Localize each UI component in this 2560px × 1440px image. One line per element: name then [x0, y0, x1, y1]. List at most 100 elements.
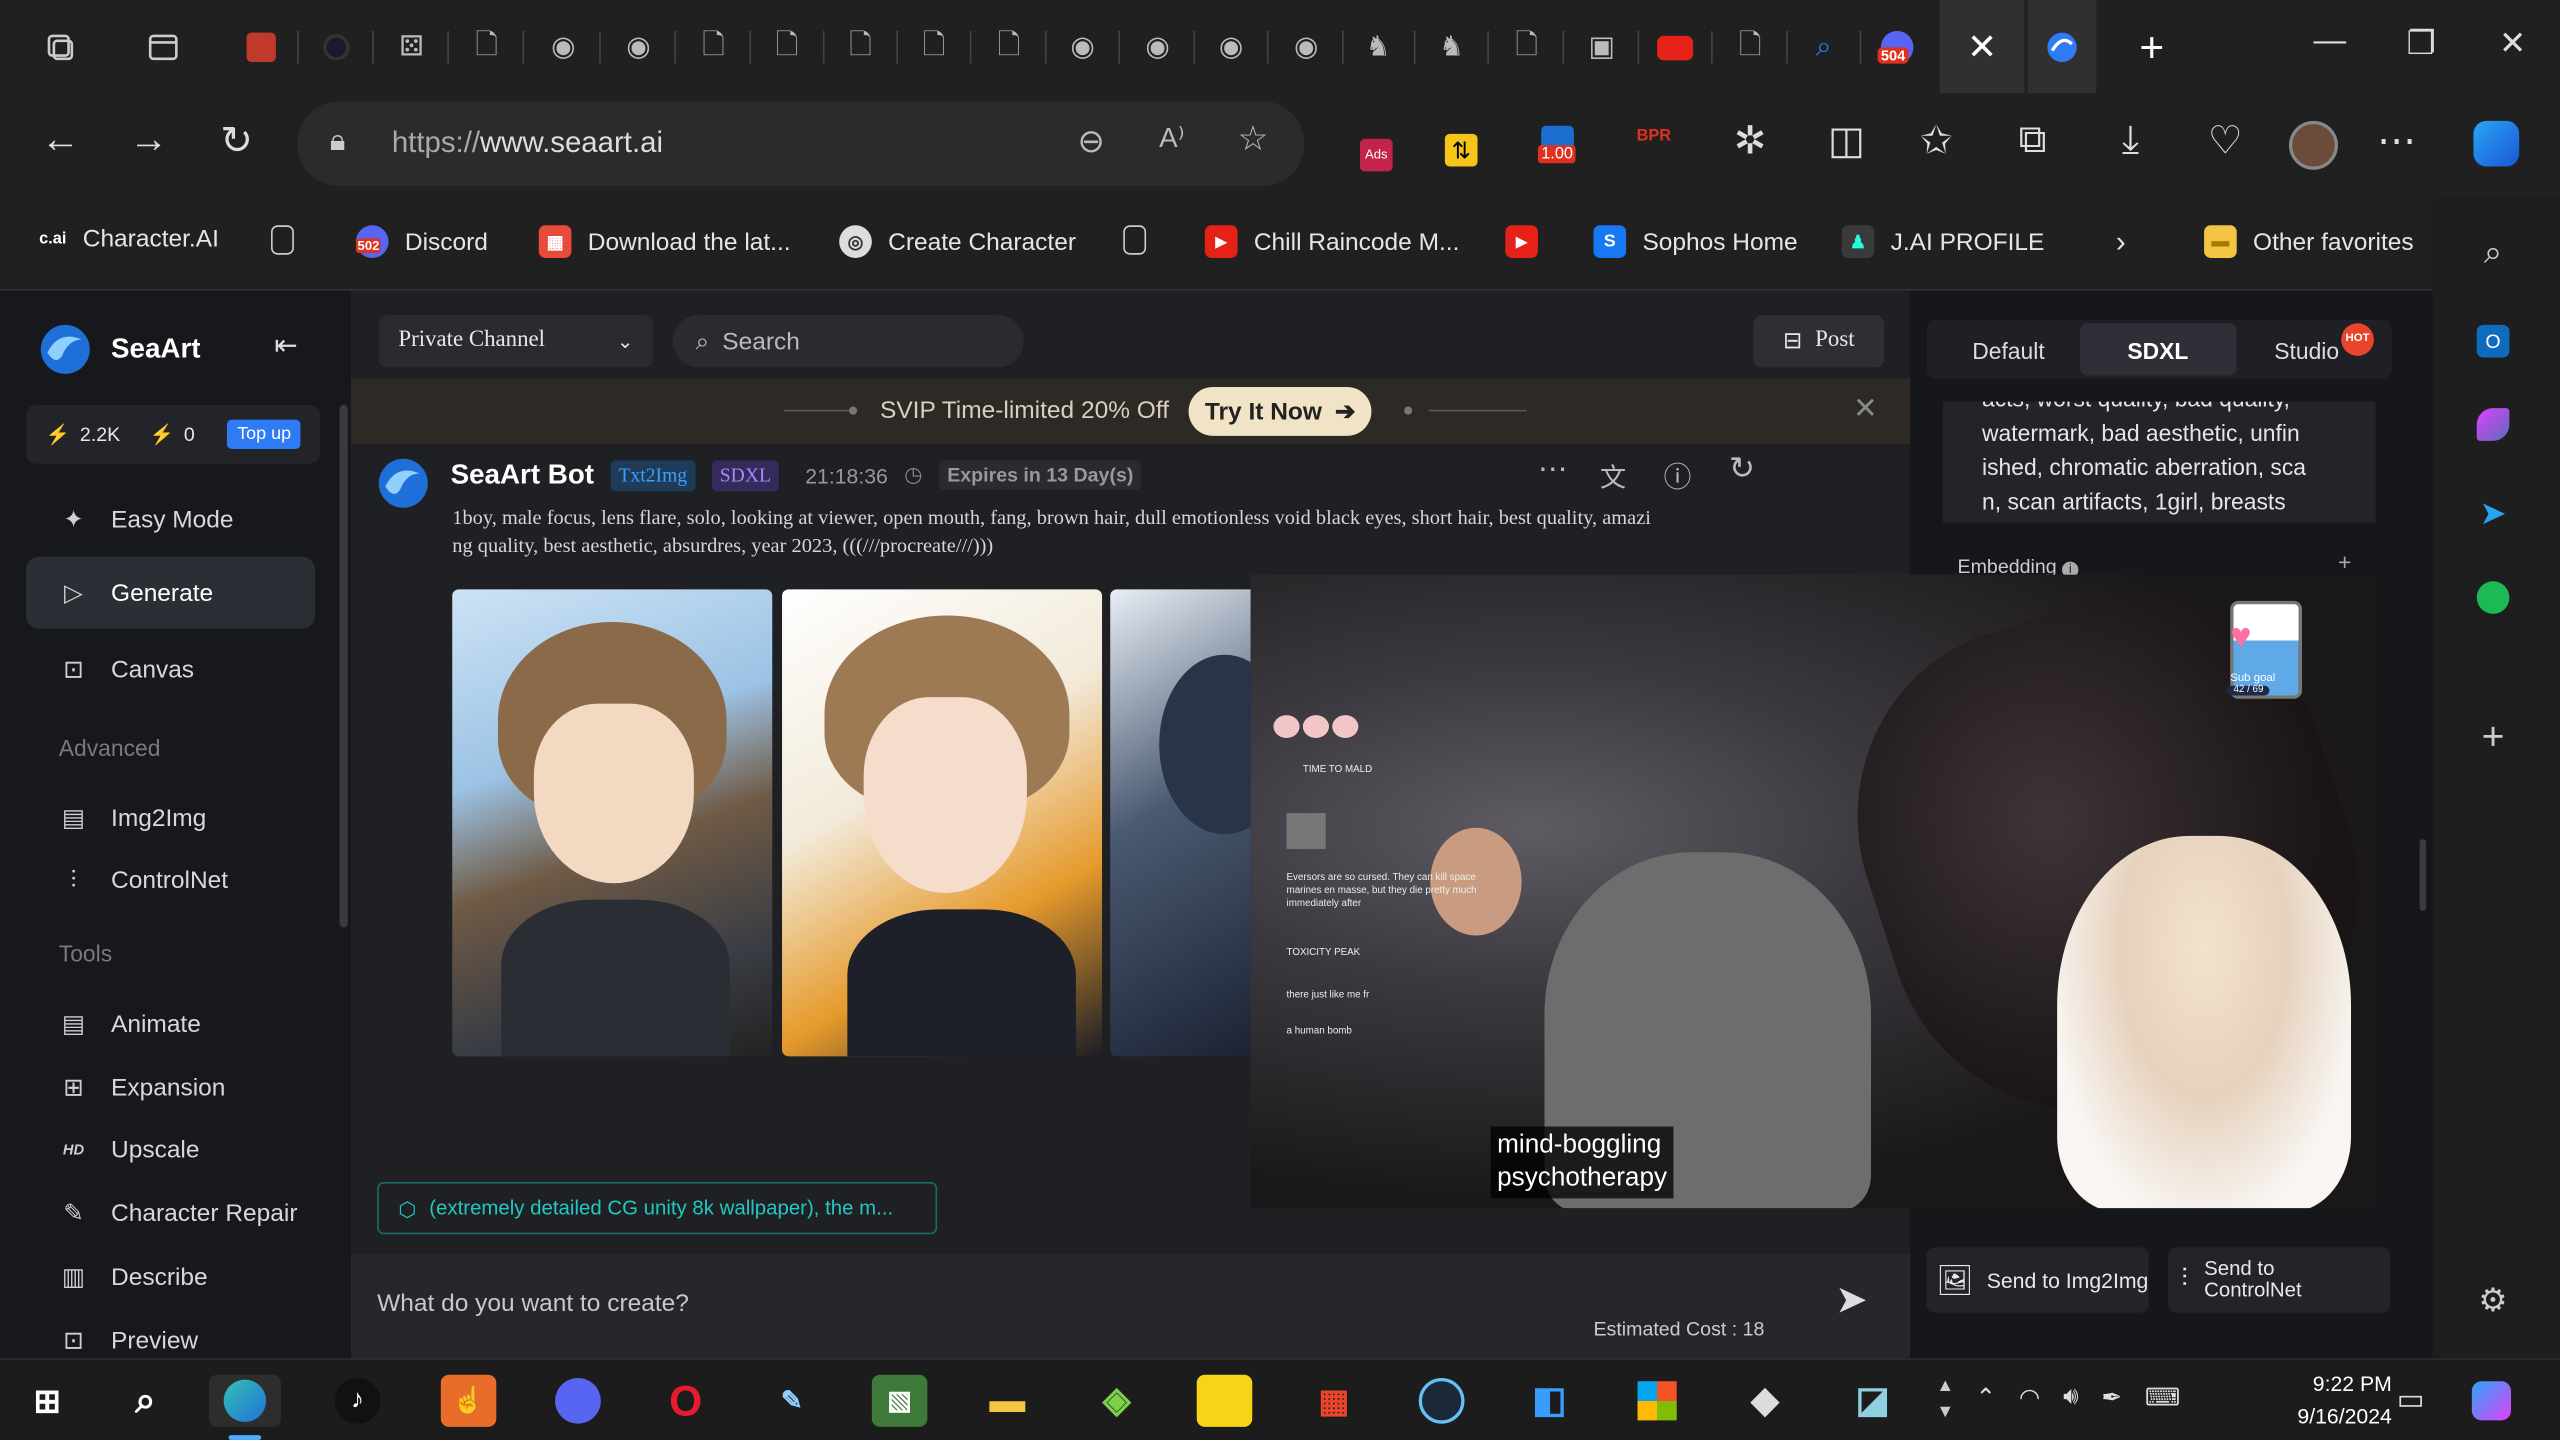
- read-aloud-icon[interactable]: A⁾: [1159, 122, 1184, 155]
- nav-generate[interactable]: ▷ Generate: [26, 556, 316, 629]
- search-icon[interactable]: ⌕: [2469, 235, 2518, 284]
- taskbar-file-explorer[interactable]: ▬: [980, 1375, 1036, 1427]
- more-bookmarks-icon[interactable]: ›: [2116, 225, 2126, 259]
- negative-prompt-box[interactable]: acts, worst quality, bad quality, waterm…: [1942, 401, 2376, 523]
- tab-studio[interactable]: Studio: [2274, 338, 2339, 364]
- notifications-icon[interactable]: ▭: [2397, 1383, 2425, 1417]
- taskbar-app-orange[interactable]: ☝: [440, 1374, 497, 1427]
- bookmark-page[interactable]: [271, 225, 294, 255]
- favorite-star-icon[interactable]: ☆: [1238, 119, 1269, 160]
- zoom-icon[interactable]: ⊖: [1078, 121, 1105, 162]
- bookmark-page-2[interactable]: [1123, 225, 1147, 255]
- tab-youtube[interactable]: [1642, 15, 1713, 80]
- tab-12[interactable]: ◉: [1050, 15, 1120, 80]
- more-icon[interactable]: ⋯: [2369, 118, 2425, 165]
- tab-19[interactable]: ▣: [1569, 15, 1640, 80]
- workspaces-icon[interactable]: [28, 15, 93, 80]
- tab-discord[interactable]: 504: [1864, 15, 1929, 80]
- prompt-input[interactable]: What do you want to create?: [377, 1290, 689, 1318]
- brand[interactable]: SeaArt: [39, 323, 201, 375]
- url-text[interactable]: https://www.seaart.ai: [392, 126, 663, 160]
- tab-15[interactable]: ◉: [1273, 15, 1344, 80]
- tab-default[interactable]: Default: [1972, 338, 2044, 364]
- split-screen-icon[interactable]: ◫: [1819, 118, 1875, 165]
- tab-3[interactable]: ⚄: [379, 15, 449, 80]
- taskbar-roblox-studio[interactable]: ◧: [1522, 1375, 1578, 1427]
- taskbar-roblox[interactable]: ◆: [1737, 1375, 1793, 1427]
- tab-16[interactable]: ♞: [1345, 15, 1416, 80]
- tab-9[interactable]: 🗋: [828, 15, 898, 80]
- start-icon[interactable]: ⊞: [20, 1375, 76, 1427]
- panel-scrollbar[interactable]: [2419, 839, 2427, 912]
- taskbar-edge[interactable]: [208, 1374, 281, 1427]
- settings-icon[interactable]: ⚙: [2469, 1280, 2518, 1329]
- generated-image-1[interactable]: [452, 589, 773, 1057]
- close-promo-icon[interactable]: ✕: [1853, 392, 1878, 426]
- ext-bpr-icon[interactable]: BPR: [1626, 127, 1682, 145]
- taskbar-opera[interactable]: O: [658, 1375, 714, 1427]
- report-icon[interactable]: ⓘ: [1664, 454, 1692, 495]
- nav-easy-mode[interactable]: ✦ Easy Mode: [26, 483, 315, 555]
- tab-13[interactable]: ◉: [1125, 15, 1196, 80]
- generated-image-2[interactable]: [782, 589, 1103, 1057]
- system-tray[interactable]: ⌃ ◠ 🔊︎ ✒ ⌨: [1976, 1383, 2181, 1412]
- tab-actions-icon[interactable]: [131, 15, 196, 80]
- tab-seaart-active[interactable]: [2027, 0, 2097, 94]
- profile-avatar[interactable]: [2286, 120, 2342, 181]
- address-bar[interactable]: 🔒︎ https://www.seaart.ai ⊖ A⁾ ☆: [297, 101, 1305, 187]
- designer-icon[interactable]: [2469, 408, 2518, 457]
- regenerate-icon[interactable]: ↻: [1729, 451, 1755, 489]
- send-to-controlnet-button[interactable]: ⫶ Send to ControlNet: [2168, 1247, 2391, 1313]
- taskbar-tiktok[interactable]: ♪: [330, 1375, 386, 1427]
- telegram-icon[interactable]: ➤: [2469, 493, 2518, 542]
- restore-icon[interactable]: ❐: [2397, 23, 2446, 64]
- new-tab-icon[interactable]: +: [2116, 15, 2188, 80]
- taskbar-steam[interactable]: [1414, 1375, 1470, 1427]
- refresh-icon[interactable]: ↻: [209, 118, 265, 165]
- outlook-icon[interactable]: O: [2469, 320, 2518, 369]
- ext-speed-icon[interactable]: 1.00: [1530, 124, 1586, 170]
- search-input[interactable]: ⌕ Search: [672, 315, 1024, 368]
- performance-icon[interactable]: ♡: [2198, 118, 2254, 165]
- tab-2[interactable]: [304, 15, 374, 80]
- nav-controlnet[interactable]: ⫶ ControlNet: [26, 844, 315, 916]
- more-options-icon[interactable]: ⋯: [1538, 452, 1567, 486]
- spotify-icon[interactable]: [2469, 581, 2518, 630]
- bookmark-jai-profile[interactable]: ♟ J.AI PROFILE: [1841, 225, 2044, 258]
- taskbar-store[interactable]: [1629, 1375, 1685, 1427]
- translate-icon[interactable]: 文: [1600, 456, 1626, 495]
- favorites-icon[interactable]: ✩: [1909, 118, 1965, 165]
- nav-describe[interactable]: ▥ Describe: [26, 1241, 315, 1313]
- tab-11[interactable]: 🗋: [976, 15, 1047, 80]
- add-embedding-icon[interactable]: +: [2338, 549, 2351, 575]
- taskbar-app-blue[interactable]: ◪: [1845, 1375, 1901, 1427]
- generated-image-3[interactable]: [1110, 589, 1258, 1057]
- taskbar-app-stack[interactable]: ◈: [1089, 1375, 1145, 1427]
- tab-sdxl[interactable]: SDXL: [2127, 338, 2188, 364]
- collections-icon[interactable]: ⧉: [2005, 118, 2061, 164]
- tab-1[interactable]: [229, 15, 299, 80]
- send-icon[interactable]: ➤: [1835, 1277, 1868, 1324]
- bookmark-youtube[interactable]: ▶: [1505, 225, 1538, 258]
- close-window-icon[interactable]: ✕: [2488, 23, 2537, 64]
- bookmark-sophos[interactable]: S Sophos Home: [1593, 225, 1798, 258]
- taskbar-discord[interactable]: [550, 1375, 606, 1427]
- extensions-icon[interactable]: ✲: [1722, 118, 1778, 165]
- try-it-now-button[interactable]: Try It Now ➔: [1188, 386, 1372, 436]
- back-icon[interactable]: ←: [33, 118, 89, 164]
- forward-icon[interactable]: →: [121, 118, 177, 164]
- send-to-img2img-button[interactable]: 🖼︎ Send to Img2Img: [1926, 1247, 2149, 1313]
- tab-5[interactable]: ◉: [531, 15, 601, 80]
- bookmark-chill-raincode[interactable]: ▶ Chill Raincode M...: [1204, 225, 1459, 258]
- copilot-taskbar-icon[interactable]: [2471, 1381, 2512, 1421]
- tab-8[interactable]: 🗋: [754, 15, 825, 80]
- tab-17[interactable]: ♞: [1419, 15, 1489, 80]
- bookmark-download[interactable]: ▦ Download the lat...: [538, 225, 791, 258]
- taskbar-scroll-arrows[interactable]: ▲ ▼: [1936, 1373, 1954, 1425]
- taskbar-sticky-notes[interactable]: [1196, 1374, 1253, 1427]
- taskbar-app-paint[interactable]: ✎: [764, 1375, 820, 1427]
- sidebar-scrollbar[interactable]: [339, 404, 348, 928]
- collapse-sidebar-icon[interactable]: ⇤: [274, 330, 297, 363]
- tab-14[interactable]: ◉: [1198, 15, 1269, 80]
- bookmark-discord[interactable]: 502 Discord: [355, 225, 488, 258]
